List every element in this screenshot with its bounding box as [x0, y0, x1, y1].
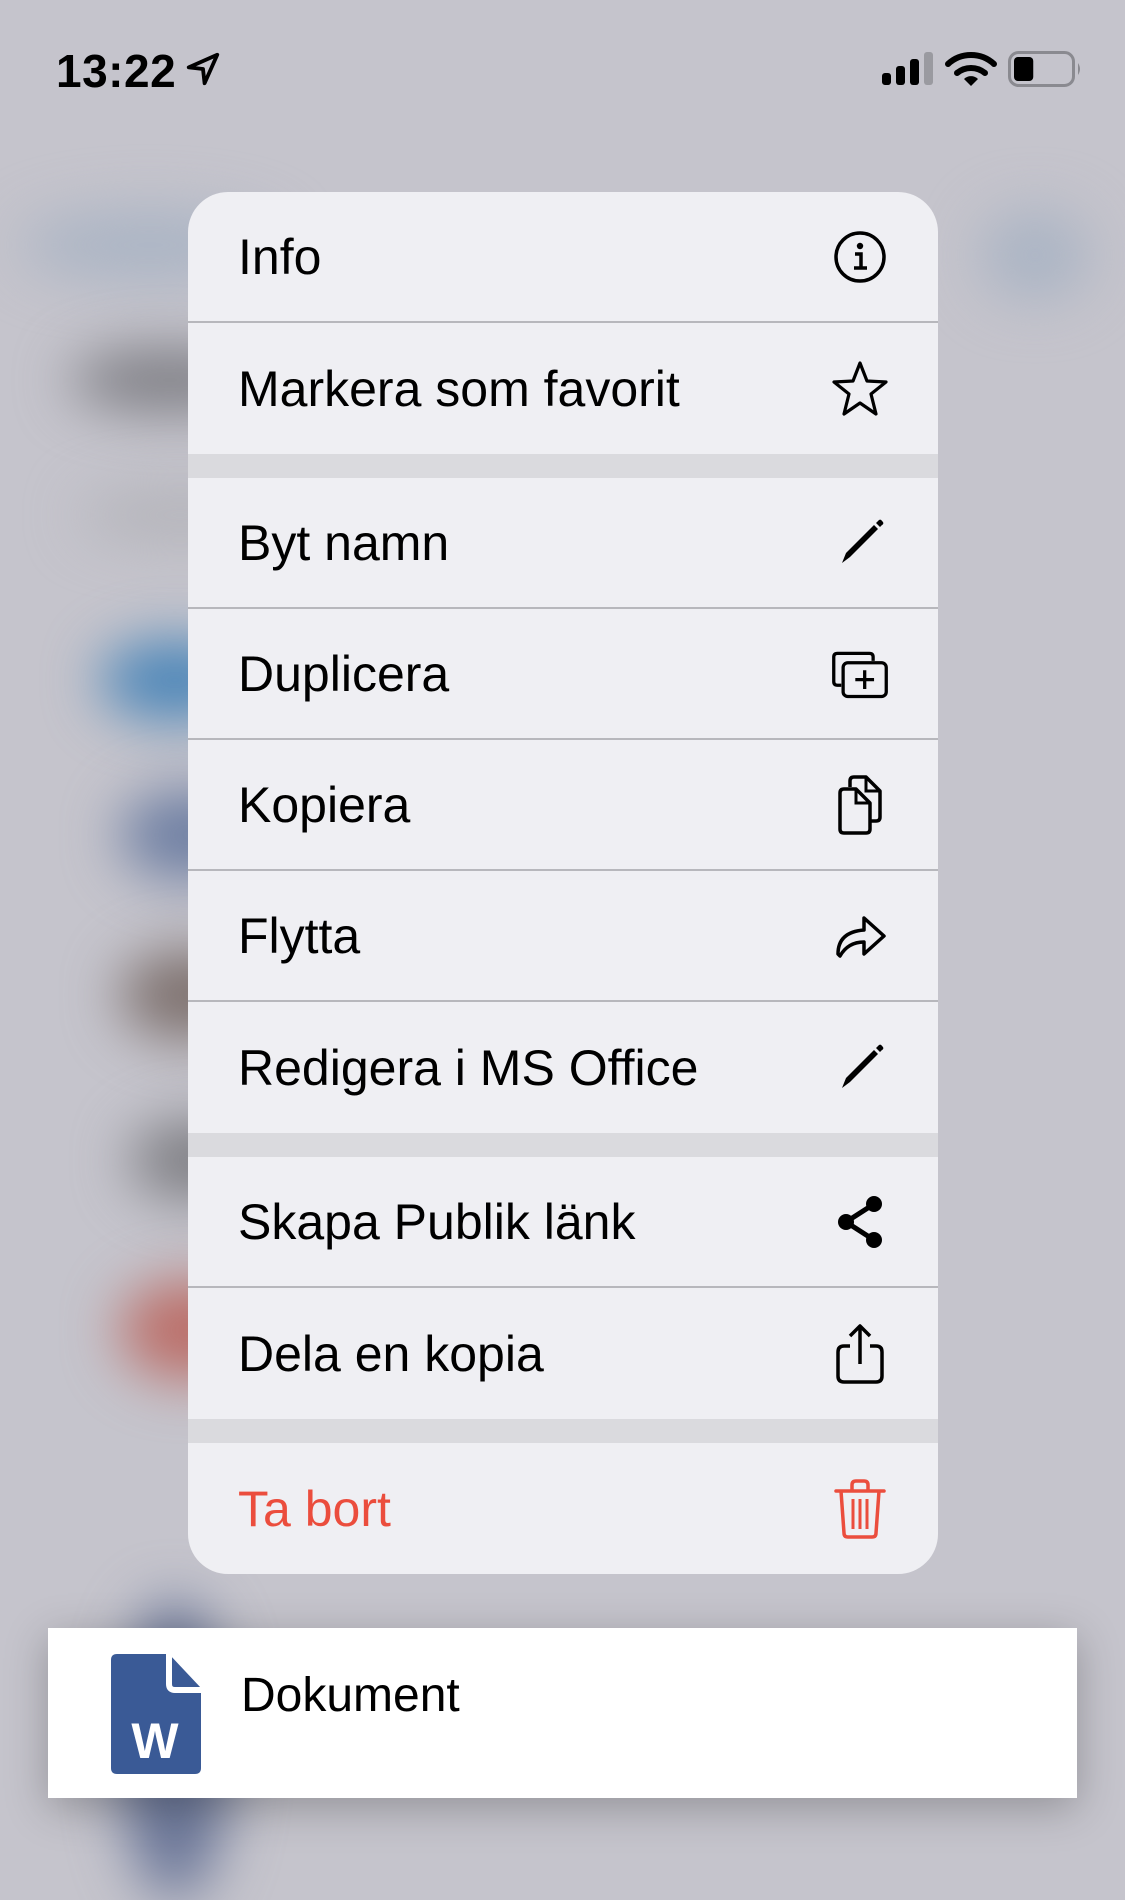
- menu-item-label: Dela en kopia: [238, 1325, 544, 1382]
- copy-docs-icon: [830, 774, 890, 835]
- menu-item-redigera-i-ms-office[interactable]: Redigera i MS Office: [188, 1002, 938, 1133]
- word-icon-letter: W: [131, 1713, 179, 1769]
- document-name: Dokument: [241, 1669, 460, 1722]
- info-circle-icon: [830, 227, 890, 287]
- menu-group-separator: [188, 1419, 938, 1443]
- menu-item-flytta[interactable]: Flytta: [188, 871, 938, 1002]
- trash-icon: [830, 1478, 890, 1539]
- status-bar: 13:22: [0, 0, 1125, 140]
- pencil-icon: [830, 513, 890, 573]
- move-arrow-icon: [830, 906, 890, 966]
- battery-icon: [1008, 51, 1080, 87]
- menu-item-info[interactable]: Info: [188, 192, 938, 323]
- menu-item-skapa-publik-länk[interactable]: Skapa Publik länk: [188, 1157, 938, 1288]
- location-arrow-icon: [186, 52, 220, 86]
- star-icon: [830, 359, 890, 419]
- menu-item-byt-namn[interactable]: Byt namn: [188, 478, 938, 609]
- signal-bar: [896, 66, 905, 85]
- signal-strength-icon: [882, 52, 933, 85]
- menu-item-label: Duplicera: [238, 645, 450, 702]
- menu-item-dela-en-kopia[interactable]: Dela en kopia: [188, 1288, 938, 1419]
- bg-blur-header-right: [980, 210, 1090, 300]
- context-menu: Info Markera som favorit Byt namn Duplicera…: [188, 192, 938, 1574]
- menu-group-separator: [188, 454, 938, 478]
- share-nodes-icon: [830, 1192, 890, 1252]
- pencil-icon: [830, 1038, 890, 1098]
- menu-item-label: Byt namn: [238, 514, 450, 571]
- duplicate-plus-icon: [830, 644, 890, 704]
- signal-bar: [910, 59, 919, 85]
- menu-item-label: Flytta: [238, 907, 361, 964]
- signal-bar: [924, 52, 933, 85]
- signal-bar: [882, 73, 891, 85]
- menu-item-label: Markera som favorit: [238, 360, 680, 417]
- wifi-icon: [945, 52, 997, 86]
- word-document-icon: W: [111, 1654, 201, 1774]
- status-time: 13:22: [56, 45, 177, 97]
- menu-item-ta-bort[interactable]: Ta bort: [188, 1443, 938, 1574]
- menu-item-duplicera[interactable]: Duplicera: [188, 609, 938, 740]
- menu-item-label: Ta bort: [238, 1480, 391, 1537]
- menu-item-markera-som-favorit[interactable]: Markera som favorit: [188, 323, 938, 454]
- menu-group-separator: [188, 1133, 938, 1157]
- menu-item-label: Redigera i MS Office: [238, 1039, 699, 1096]
- menu-item-label: Skapa Publik länk: [238, 1193, 636, 1250]
- menu-item-label: Info: [238, 228, 322, 285]
- menu-item-kopiera[interactable]: Kopiera: [188, 740, 938, 871]
- battery-level-fill: [1014, 57, 1034, 81]
- share-upload-icon: [830, 1323, 890, 1384]
- document-preview-card[interactable]: W Dokument: [48, 1628, 1077, 1798]
- menu-item-label: Kopiera: [238, 776, 411, 833]
